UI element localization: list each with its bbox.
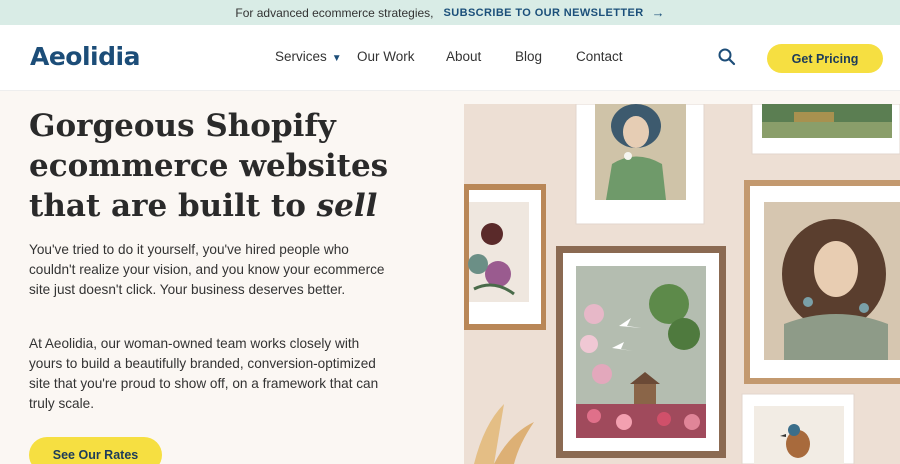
see-our-rates-button[interactable]: See Our Rates [29,437,162,464]
arrow-right-icon[interactable]: → [652,5,665,20]
announcement-bar: For advanced ecommerce strategies, SUBSC… [0,0,900,25]
hero-title-line1: Gorgeous Shopify [29,108,336,144]
hero-paragraph-1: You've tried to do it yourself, you've h… [29,242,385,297]
hero-title-emphasis: sell [316,188,378,224]
nav-item-services[interactable]: Services ▼ [275,49,342,64]
announcement-message: For advanced ecommerce strategies, [235,5,434,20]
nav-item-label: Services [275,49,327,64]
nav-item-contact[interactable]: Contact [576,49,623,64]
hero-paragraph-2: At Aeolidia, our woman-owned team works … [29,336,379,411]
hero-gallery-image [464,104,900,464]
nav-item-our-work[interactable]: Our Work [357,49,415,64]
newsletter-link[interactable]: SUBSCRIBE TO OUR NEWSLETTER [444,7,644,19]
search-icon[interactable] [717,47,737,67]
hero-title: Gorgeous Shopify ecommerce websites that… [29,106,449,226]
get-pricing-button[interactable]: Get Pricing [767,44,883,73]
hero-title-line3: that are built to [29,188,317,224]
hero-title-line2: ecommerce websites [29,148,389,184]
logo[interactable]: Aeolidia [30,42,140,71]
caret-down-icon: ▼ [331,53,342,64]
site-header: Aeolidia Services ▼ Our Work About Blog C… [0,25,900,91]
nav-item-about[interactable]: About [446,49,481,64]
nav-item-blog[interactable]: Blog [515,49,542,64]
